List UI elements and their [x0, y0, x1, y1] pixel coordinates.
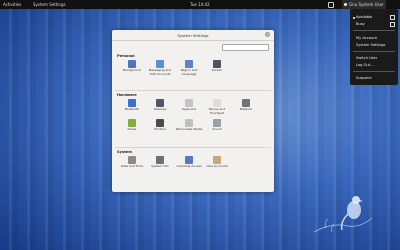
- date-time-icon: [128, 156, 136, 164]
- settings-panel-printers[interactable]: Printers: [146, 119, 174, 132]
- region-icon: [185, 60, 193, 68]
- settings-panel-label: Mouse and Touchpad: [208, 107, 226, 115]
- messaging-icon: [156, 60, 164, 68]
- settings-panel-mouse-and-touchpad[interactable]: Mouse and Touchpad: [203, 99, 231, 115]
- settings-panel-background[interactable]: Background: [118, 60, 146, 73]
- settings-panel-label: User Accounts: [206, 164, 228, 168]
- system-info-icon: [156, 156, 164, 164]
- settings-panel-label: Network: [239, 107, 253, 111]
- settings-panel-label: Messaging and VoIP Accounts: [148, 68, 172, 76]
- settings-panel-removable-media[interactable]: Removable Media: [175, 119, 203, 132]
- menu-item-my-account[interactable]: My Account: [356, 36, 377, 40]
- settings-panel-universal-access[interactable]: Universal Access: [175, 156, 203, 169]
- user-status-icon: [344, 3, 347, 6]
- settings-panel-label: Keyboard: [181, 107, 197, 111]
- printers-icon: [156, 119, 164, 127]
- settings-panel-displays[interactable]: Displays: [146, 99, 174, 112]
- menu-separator: [353, 71, 395, 72]
- close-icon[interactable]: ×: [265, 32, 270, 37]
- universal-access-icon: [185, 156, 193, 164]
- removable-media-icon: [185, 119, 193, 127]
- settings-panel-label: System Info: [151, 164, 169, 168]
- settings-panel-label: Sound: [212, 127, 222, 131]
- mouse-icon: [213, 99, 221, 107]
- user-menu: Available Busy My Account System Setting…: [350, 9, 398, 85]
- settings-panel-label: Date and Time: [120, 164, 144, 168]
- busy-icon: [390, 22, 395, 27]
- settings-panel-label: Region and Language: [180, 68, 198, 76]
- window-title: System Settings: [177, 33, 209, 38]
- settings-panel-bluetooth[interactable]: Bluetooth: [118, 99, 146, 112]
- search-input[interactable]: [222, 44, 269, 51]
- sound-icon: [213, 119, 221, 127]
- settings-panel-power[interactable]: Power: [118, 119, 146, 132]
- user-name: Gnu System User: [349, 2, 384, 7]
- settings-panel-network[interactable]: Network: [232, 99, 260, 112]
- top-bar: Activities System Settings Tue 14:42 Gnu…: [0, 0, 400, 9]
- menu-item-busy[interactable]: Busy: [356, 22, 365, 26]
- settings-panel-keyboard[interactable]: Keyboard: [175, 99, 203, 112]
- settings-panel-screen[interactable]: Screen: [203, 60, 231, 73]
- selected-status-icon: [353, 17, 355, 19]
- toolbar-divider: [112, 40, 274, 41]
- section-heading-hardware: Hardware: [117, 93, 137, 97]
- displays-icon: [156, 99, 164, 107]
- app-menu[interactable]: System Settings: [30, 0, 66, 9]
- network-icon: [242, 99, 250, 107]
- system-settings-window: System Settings × Personal Background Mess…: [112, 30, 274, 192]
- menu-item-system-settings[interactable]: System Settings: [356, 43, 385, 47]
- settings-panel-messaging-and-voip-accounts[interactable]: Messaging and VoIP Accounts: [146, 60, 174, 76]
- bluetooth-icon: [128, 99, 136, 107]
- menu-item-log-out[interactable]: Log Out...: [356, 63, 374, 67]
- user-menu-button[interactable]: Gnu System User: [342, 0, 386, 9]
- settings-panel-system-info[interactable]: System Info: [146, 156, 174, 169]
- section-heading-system: System: [117, 150, 132, 154]
- settings-panel-label: Background: [123, 68, 141, 72]
- menu-item-available[interactable]: Available: [356, 15, 372, 19]
- screen-icon: [213, 60, 221, 68]
- power-icon: [128, 119, 136, 127]
- settings-panel-date-and-time[interactable]: Date and Time: [118, 156, 146, 169]
- settings-panel-label: Printers: [154, 127, 166, 131]
- bird-wallpaper-decoration: [313, 196, 373, 233]
- menu-item-switch-user[interactable]: Switch User: [356, 56, 377, 60]
- status-icon[interactable]: [328, 2, 334, 8]
- user-accounts-icon: [213, 156, 221, 164]
- settings-panel-user-accounts[interactable]: User Accounts: [203, 156, 231, 169]
- keyboard-icon: [185, 99, 193, 107]
- background-icon: [128, 60, 136, 68]
- settings-panel-label: Power: [127, 127, 137, 131]
- clock[interactable]: Tue 14:42: [190, 0, 210, 9]
- menu-separator: [353, 30, 395, 31]
- settings-panel-label: Universal Access: [176, 164, 202, 168]
- section-divider: [115, 147, 271, 148]
- settings-panel-label: Screen: [211, 68, 223, 72]
- activities-button[interactable]: Activities: [3, 0, 21, 9]
- settings-panel-label: Bluetooth: [124, 107, 140, 111]
- settings-panel-sound[interactable]: Sound: [203, 119, 231, 132]
- section-heading-personal: Personal: [117, 54, 135, 58]
- settings-panel-label: Displays: [153, 107, 167, 111]
- available-icon: [390, 15, 395, 20]
- settings-panel-region-and-language[interactable]: Region and Language: [175, 60, 203, 76]
- settings-panel-label: Removable Media: [175, 127, 203, 131]
- section-divider: [115, 90, 271, 91]
- menu-item-suspend[interactable]: Suspend: [356, 76, 371, 80]
- menu-separator: [353, 51, 395, 52]
